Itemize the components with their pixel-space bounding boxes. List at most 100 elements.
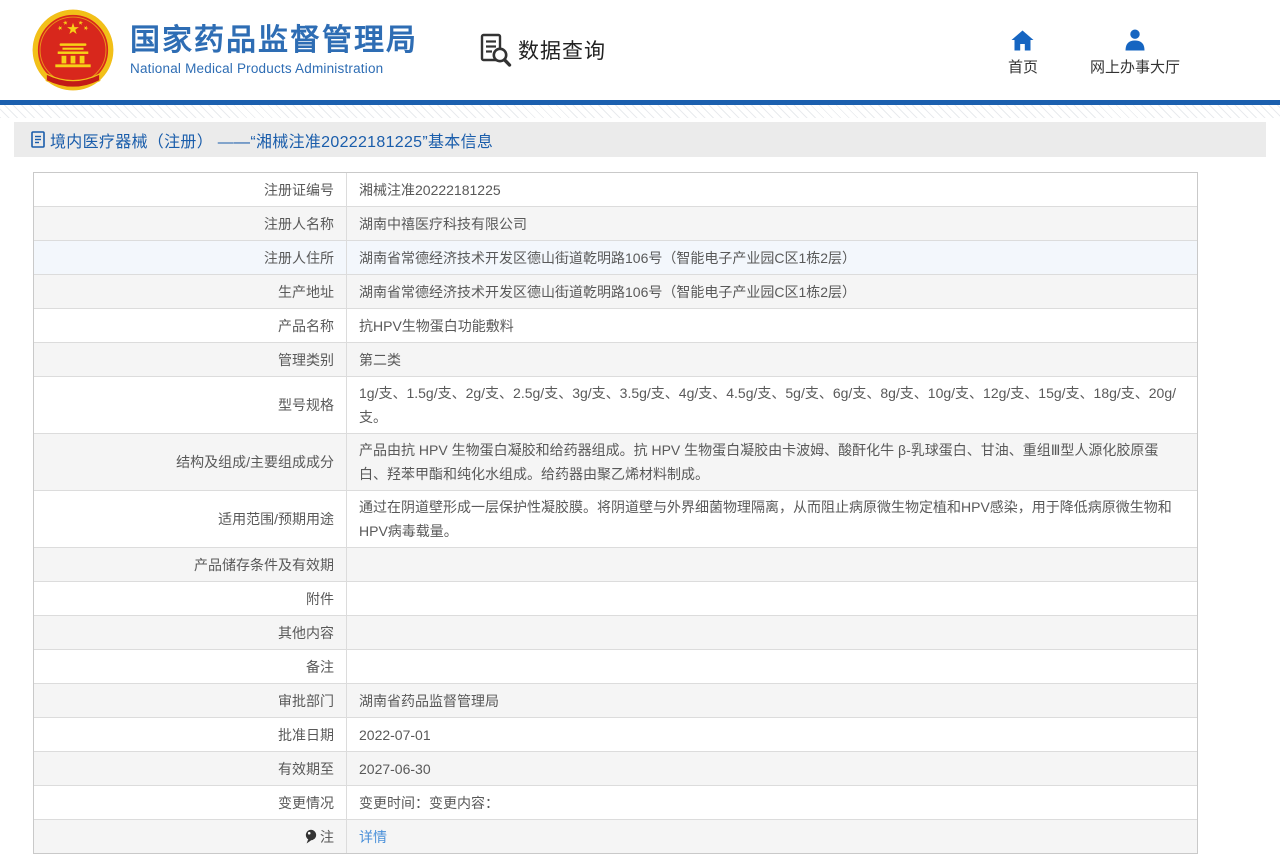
row-value: 湖南省常德经济技术开发区德山街道乾明路106号（智能电子产业园C区1栋2层）	[347, 275, 1197, 308]
row-label: 注册人名称	[34, 207, 347, 240]
row-label-text: 注	[320, 825, 334, 849]
row-label-text: 附件	[306, 587, 334, 611]
user-icon	[1124, 29, 1146, 51]
table-row: 适用范围/预期用途 通过在阴道壁形成一层保护性凝胶膜。将阴道壁与外界细菌物理隔离…	[34, 491, 1197, 548]
row-value-text: 湘械注准20222181225	[359, 178, 1181, 202]
row-label-text: 结构及组成/主要组成成分	[176, 450, 334, 474]
row-label-text: 变更情况	[278, 791, 334, 815]
table-row: 变更情况 变更时间：变更内容：	[34, 786, 1197, 820]
row-value	[347, 616, 1197, 649]
document-search-icon	[480, 33, 512, 67]
data-query-nav[interactable]: 数据查询	[480, 33, 606, 67]
row-value	[347, 582, 1197, 615]
row-value-text: 湖南省常德经济技术开发区德山街道乾明路106号（智能电子产业园C区1栋2层）	[359, 280, 1181, 304]
row-value-text: 湖南省药品监督管理局	[359, 689, 1181, 713]
row-label-text: 注册人名称	[264, 212, 334, 236]
row-value: 湘械注准20222181225	[347, 173, 1197, 206]
row-label: 变更情况	[34, 786, 347, 819]
data-query-label: 数据查询	[518, 35, 606, 65]
row-label: 批准日期	[34, 718, 347, 751]
row-label: 结构及组成/主要组成成分	[34, 434, 347, 490]
details-link[interactable]: 详情	[359, 829, 387, 845]
brand-subtitle: National Medical Products Administration	[130, 61, 418, 76]
table-row: 备注	[34, 650, 1197, 684]
table-row: 产品储存条件及有效期	[34, 548, 1197, 582]
row-value	[347, 650, 1197, 683]
row-label-text: 产品储存条件及有效期	[194, 553, 334, 577]
row-label: 备注	[34, 650, 347, 683]
row-value	[347, 548, 1197, 581]
row-value-text: 通过在阴道壁形成一层保护性凝胶膜。将阴道壁与外界细菌物理隔离，从而阻止病原微生物…	[359, 495, 1181, 543]
row-value: 1g/支、1.5g/支、2g/支、2.5g/支、3g/支、3.5g/支、4g/支…	[347, 377, 1197, 433]
row-label-text: 批准日期	[278, 723, 334, 747]
row-value-text: 第二类	[359, 348, 1181, 372]
document-icon	[31, 131, 45, 148]
bulb-icon	[305, 829, 317, 845]
table-row: 审批部门 湖南省药品监督管理局	[34, 684, 1197, 718]
row-label: 有效期至	[34, 752, 347, 785]
row-value: 变更时间：变更内容：	[347, 786, 1197, 819]
row-label-text: 备注	[306, 655, 334, 679]
row-label: 注册证编号	[34, 173, 347, 206]
row-label-text: 产品名称	[278, 314, 334, 338]
row-label-text: 注册人住所	[264, 246, 334, 270]
row-value-text: 2027-06-30	[359, 757, 1181, 781]
main-content: 境内医疗器械（注册） ——“湘械注准20222181225”基本信息 注册证编号…	[0, 122, 1280, 854]
table-row: 结构及组成/主要组成成分 产品由抗 HPV 生物蛋白凝胶和给药器组成。抗 HPV…	[34, 434, 1197, 491]
row-label: 注册人住所	[34, 241, 347, 274]
table-row: 批准日期 2022-07-01	[34, 718, 1197, 752]
row-label-text: 有效期至	[278, 757, 334, 781]
table-row: 注册证编号 湘械注准20222181225	[34, 173, 1197, 207]
row-value-text: 产品由抗 HPV 生物蛋白凝胶和给药器组成。抗 HPV 生物蛋白凝胶由卡波姆、酸…	[359, 438, 1181, 486]
row-label-text: 型号规格	[278, 393, 334, 417]
row-value-text: 变更时间：变更内容：	[359, 791, 1181, 815]
row-label: 管理类别	[34, 343, 347, 376]
row-label: 其他内容	[34, 616, 347, 649]
row-value: 湖南省药品监督管理局	[347, 684, 1197, 717]
table-row: 产品名称 抗HPV生物蛋白功能敷料	[34, 309, 1197, 343]
table-row: 管理类别 第二类	[34, 343, 1197, 377]
row-label: 附件	[34, 582, 347, 615]
row-value: 详情	[347, 820, 1197, 853]
row-value: 2027-06-30	[347, 752, 1197, 785]
row-label: 产品名称	[34, 309, 347, 342]
table-row: 型号规格 1g/支、1.5g/支、2g/支、2.5g/支、3g/支、3.5g/支…	[34, 377, 1197, 434]
row-value: 产品由抗 HPV 生物蛋白凝胶和给药器组成。抗 HPV 生物蛋白凝胶由卡波姆、酸…	[347, 434, 1197, 490]
nav-item-home[interactable]: 首页	[1008, 29, 1038, 77]
table-row: 注 详情	[34, 820, 1197, 853]
nav-item-label: 首页	[1008, 56, 1038, 77]
page-title-bar: 境内医疗器械（注册） ——“湘械注准20222181225”基本信息	[14, 122, 1266, 157]
row-label: 注	[34, 820, 347, 853]
row-value: 2022-07-01	[347, 718, 1197, 751]
home-icon	[1011, 29, 1034, 51]
row-label: 审批部门	[34, 684, 347, 717]
row-label-text: 注册证编号	[264, 178, 334, 202]
row-value: 通过在阴道壁形成一层保护性凝胶膜。将阴道壁与外界细菌物理隔离，从而阻止病原微生物…	[347, 491, 1197, 547]
row-label: 型号规格	[34, 377, 347, 433]
row-label-text: 适用范围/预期用途	[218, 507, 334, 531]
row-value-text: 详情	[359, 825, 1181, 849]
row-label-text: 审批部门	[278, 689, 334, 713]
table-row: 附件	[34, 582, 1197, 616]
row-label-text: 管理类别	[278, 348, 334, 372]
row-value-text: 湖南中禧医疗科技有限公司	[359, 212, 1181, 236]
table-row: 生产地址 湖南省常德经济技术开发区德山街道乾明路106号（智能电子产业园C区1栋…	[34, 275, 1197, 309]
row-value: 湖南中禧医疗科技有限公司	[347, 207, 1197, 240]
row-label: 适用范围/预期用途	[34, 491, 347, 547]
table-row: 注册人住所 湖南省常德经济技术开发区德山街道乾明路106号（智能电子产业园C区1…	[34, 241, 1197, 275]
row-value-text: 1g/支、1.5g/支、2g/支、2.5g/支、3g/支、3.5g/支、4g/支…	[359, 381, 1181, 429]
nav-item-service-hall[interactable]: 网上办事大厅	[1090, 29, 1180, 77]
nav-item-label: 网上办事大厅	[1090, 56, 1180, 77]
row-value-text: 抗HPV生物蛋白功能敷料	[359, 314, 1181, 338]
row-label-text: 其他内容	[278, 621, 334, 645]
page-title: 境内医疗器械（注册） ——“湘械注准20222181225”基本信息	[50, 128, 493, 152]
table-row: 其他内容	[34, 616, 1197, 650]
row-value-text: 湖南省常德经济技术开发区德山街道乾明路106号（智能电子产业园C区1栋2层）	[359, 246, 1181, 270]
row-value-text: 2022-07-01	[359, 723, 1181, 747]
top-nav: 首页 网上办事大厅	[1008, 29, 1180, 77]
page-header: 国家药品监督管理局 National Medical Products Admi…	[0, 0, 1280, 100]
brand-block: 国家药品监督管理局 National Medical Products Admi…	[130, 24, 418, 76]
row-label: 产品储存条件及有效期	[34, 548, 347, 581]
row-value: 第二类	[347, 343, 1197, 376]
row-value: 湖南省常德经济技术开发区德山街道乾明路106号（智能电子产业园C区1栋2层）	[347, 241, 1197, 274]
